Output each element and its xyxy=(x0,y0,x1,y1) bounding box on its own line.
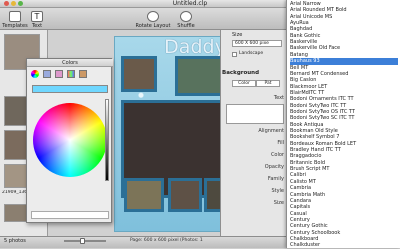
image-palettes-mode-icon[interactable] xyxy=(67,70,75,78)
text-label: Text xyxy=(31,23,43,29)
size-select[interactable]: 600 X 600 pixe xyxy=(232,40,282,47)
fill-label: Fill xyxy=(277,140,284,146)
tab-color[interactable]: Color xyxy=(232,80,256,87)
minimize-window-button[interactable] xyxy=(11,1,16,6)
brightness-slider[interactable] xyxy=(105,99,109,181)
background-label: Background xyxy=(222,70,260,76)
text-section-label: Text xyxy=(273,95,284,101)
shuffle-button[interactable]: Shuffle xyxy=(174,9,198,29)
photo-count: 5 photos xyxy=(4,238,26,244)
colors-panel: Colors xyxy=(26,58,113,223)
close-window-button[interactable] xyxy=(4,1,9,6)
shuffle-icon xyxy=(180,11,192,22)
templates-label: Templates xyxy=(2,23,28,29)
opacity-label: Opacity xyxy=(264,164,284,170)
zoom-slider[interactable] xyxy=(64,240,106,242)
text-icon: T xyxy=(31,11,43,22)
templates-icon xyxy=(9,11,21,22)
window-title: Untitled.clp xyxy=(172,0,208,7)
color-swatches-row[interactable] xyxy=(31,211,109,219)
text-button[interactable]: T Text xyxy=(28,9,46,29)
current-color-swatch[interactable] xyxy=(32,85,108,93)
shuffle-label: Shuffle xyxy=(177,23,195,29)
size-label-text: Size xyxy=(273,200,284,206)
collage-photo[interactable] xyxy=(121,56,157,92)
rotate-layout-label: Rotate Layout xyxy=(135,23,171,29)
alignment-label: Alignment xyxy=(258,128,284,134)
color-sliders-mode-icon[interactable] xyxy=(43,70,51,78)
page-info: Page: 600 x 600 pixel (Photos: 1 xyxy=(130,238,203,243)
style-label: Style xyxy=(271,188,284,194)
family-label: Family xyxy=(267,176,284,182)
collage-photo[interactable] xyxy=(168,178,202,212)
tab-pattern[interactable]: Pat xyxy=(256,80,280,87)
colors-panel-title: Colors xyxy=(27,59,113,67)
collage-photo[interactable] xyxy=(124,178,164,212)
crayons-mode-icon[interactable] xyxy=(79,70,87,78)
color-wheel[interactable] xyxy=(33,103,107,177)
color-wheel-mode-icon[interactable] xyxy=(31,70,39,78)
zoom-window-button[interactable] xyxy=(18,1,23,6)
rotate-layout-button[interactable]: Rotate Layout xyxy=(135,9,171,29)
color-label: Color xyxy=(270,152,284,158)
landscape-label: Landscape xyxy=(239,51,264,56)
rotate-layout-icon xyxy=(147,11,159,22)
zoom-slider-knob[interactable] xyxy=(80,238,85,244)
text-input-area[interactable] xyxy=(226,104,284,124)
size-label: Size xyxy=(232,32,243,38)
templates-button[interactable]: Templates xyxy=(2,9,28,29)
landscape-checkbox[interactable] xyxy=(232,52,237,57)
color-palettes-mode-icon[interactable] xyxy=(55,70,63,78)
